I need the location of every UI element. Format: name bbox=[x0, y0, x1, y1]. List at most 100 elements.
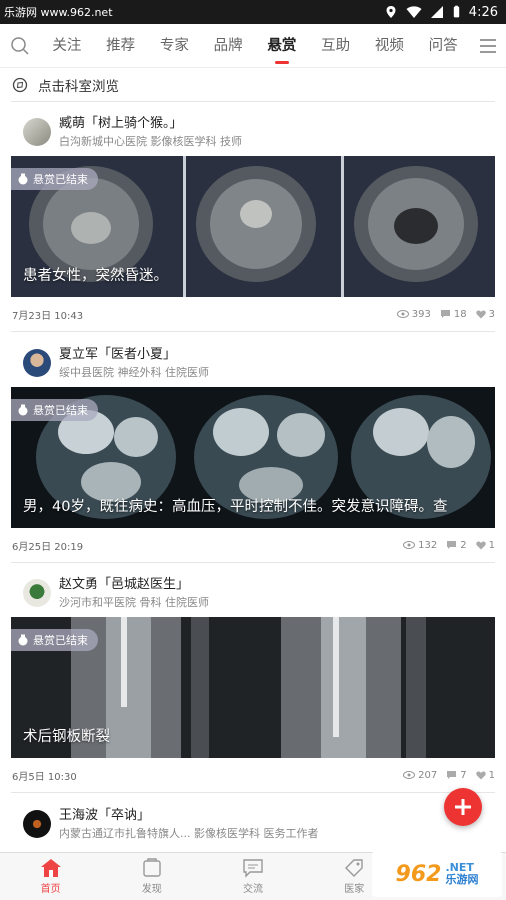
post-date: 7月23日 10:43 bbox=[12, 310, 84, 322]
like-count-value: 1 bbox=[488, 539, 495, 551]
author-name[interactable]: 赵文勇「邑城赵医生」 bbox=[59, 577, 209, 593]
location-icon bbox=[386, 6, 396, 18]
view-count: 393 bbox=[396, 309, 431, 320]
comment-icon bbox=[440, 310, 450, 318]
nav-tabs: 关注 推荐 专家 品牌 悬赏 互助 视频 问答 bbox=[40, 24, 470, 68]
divider bbox=[11, 792, 495, 793]
tab-discover[interactable]: 发现 bbox=[101, 853, 202, 900]
divider bbox=[11, 331, 495, 332]
author-meta: 白沟新城中心医院 影像核医学科 技师 bbox=[59, 135, 242, 148]
search-button[interactable] bbox=[0, 24, 40, 68]
post-date: 6月5日 10:30 bbox=[12, 771, 77, 783]
author-name[interactable]: 夏立军「医者小夏」 bbox=[59, 347, 209, 363]
post-card[interactable]: 夏立军「医者小夏」 绥中县医院 神经外科 住院医师 悬赏已结束 男，40岁，既往… bbox=[11, 333, 495, 563]
avatar[interactable] bbox=[23, 810, 51, 838]
tag-icon bbox=[345, 859, 363, 877]
post-footer: 7月23日 10:43 393 18 3 bbox=[11, 297, 495, 331]
author-meta: 内蒙古通辽市扎鲁特旗人... 影像核医学科 医务工作者 bbox=[59, 827, 319, 840]
comment-count[interactable]: 18 bbox=[440, 309, 467, 320]
comment-count[interactable]: 2 bbox=[446, 540, 467, 551]
menu-icon-bar bbox=[480, 38, 496, 41]
create-post-button[interactable] bbox=[444, 788, 482, 826]
tab-brands[interactable]: 品牌 bbox=[201, 24, 255, 68]
post-stats: 132 2 1 bbox=[403, 540, 495, 551]
view-count: 132 bbox=[403, 540, 437, 551]
like-count-value: 3 bbox=[488, 308, 495, 320]
tab-mutual-help[interactable]: 互助 bbox=[309, 24, 363, 68]
post-card[interactable]: 王海波「卒讷」 内蒙古通辽市扎鲁特旗人... 影像核医学科 医务工作者 bbox=[11, 794, 495, 848]
post-header: 王海波「卒讷」 内蒙古通辽市扎鲁特旗人... 影像核医学科 医务工作者 bbox=[11, 794, 495, 848]
money-bag-icon bbox=[18, 173, 28, 185]
battery-icon bbox=[453, 5, 459, 18]
watermark-text: .NET 乐游网 bbox=[445, 862, 478, 886]
post-image[interactable]: 悬赏已结束 患者女性，突然昏迷。 bbox=[11, 156, 495, 297]
author-name[interactable]: 臧萌「树上骑个猴。」 bbox=[59, 116, 242, 132]
discover-icon bbox=[143, 858, 161, 877]
post-image[interactable]: 悬赏已结束 术后钢板断裂 bbox=[11, 617, 495, 758]
post-stats: 393 18 3 bbox=[396, 308, 495, 320]
heart-icon bbox=[475, 771, 486, 779]
like-count[interactable]: 1 bbox=[475, 769, 495, 781]
post-header: 臧萌「树上骑个猴。」 白沟新城中心医院 影像核医学科 技师 bbox=[11, 102, 495, 156]
author-meta: 绥中县医院 神经外科 住院医师 bbox=[59, 366, 209, 379]
search-icon bbox=[11, 36, 29, 55]
avatar[interactable] bbox=[23, 118, 51, 146]
eye-icon bbox=[396, 310, 409, 318]
tab-qa[interactable]: 问答 bbox=[416, 24, 470, 68]
money-bag-icon bbox=[18, 404, 28, 416]
avatar[interactable] bbox=[23, 579, 51, 607]
post-caption: 术后钢板断裂 bbox=[23, 729, 110, 745]
badge-label: 悬赏已结束 bbox=[33, 404, 88, 417]
post-footer: 6月5日 10:30 207 7 1 bbox=[11, 758, 495, 792]
post-card[interactable]: 臧萌「树上骑个猴。」 白沟新城中心医院 影像核医学科 技师 悬赏已结束 患者女性… bbox=[11, 102, 495, 332]
post-image[interactable]: 悬赏已结束 男，40岁，既往病史：高血压，平时控制不佳。突发意识障碍。查 bbox=[11, 387, 495, 528]
tab-label: 发现 bbox=[141, 884, 162, 895]
eye-icon bbox=[403, 541, 416, 549]
post-footer: 6月25日 20:19 132 2 1 bbox=[11, 528, 495, 562]
avatar[interactable] bbox=[23, 349, 51, 377]
bounty-closed-badge: 悬赏已结束 bbox=[11, 168, 98, 190]
badge-label: 悬赏已结束 bbox=[33, 173, 88, 186]
post-stats: 207 7 1 bbox=[403, 770, 495, 781]
department-browse-label: 点击科室浏览 bbox=[38, 79, 119, 95]
comment-count-value: 18 bbox=[453, 308, 467, 320]
tab-follow[interactable]: 关注 bbox=[40, 24, 94, 68]
tab-recommend[interactable]: 推荐 bbox=[94, 24, 148, 68]
watermark-number: 962 bbox=[395, 861, 442, 887]
top-nav: 关注 推荐 专家 品牌 悬赏 互助 视频 问答 bbox=[0, 24, 506, 68]
tab-home[interactable]: 首页 bbox=[0, 853, 101, 900]
tab-chat[interactable]: 交流 bbox=[202, 853, 303, 900]
clock: 4:26 bbox=[468, 4, 498, 20]
menu-button[interactable] bbox=[470, 24, 506, 68]
bounty-closed-badge: 悬赏已结束 bbox=[11, 399, 98, 421]
tab-experts[interactable]: 专家 bbox=[148, 24, 202, 68]
post-card[interactable]: 赵文勇「邑城赵医生」 沙河市和平医院 骨科 住院医师 悬赏已结束 术后钢板断裂 … bbox=[11, 563, 495, 793]
tab-video[interactable]: 视频 bbox=[363, 24, 417, 68]
home-icon bbox=[40, 859, 61, 877]
view-count: 207 bbox=[403, 770, 437, 781]
watermark-logo: 962 .NET 乐游网 bbox=[372, 851, 502, 897]
status-brand: 乐游网 www.962.net bbox=[4, 6, 113, 19]
like-count-value: 1 bbox=[488, 769, 495, 781]
like-count[interactable]: 3 bbox=[475, 308, 495, 320]
department-browse[interactable]: 点击科室浏览 bbox=[0, 68, 506, 102]
post-date: 6月25日 20:19 bbox=[12, 541, 84, 553]
watermark-cn: 乐游网 bbox=[445, 873, 479, 886]
menu-icon-bar bbox=[480, 44, 496, 47]
heart-icon bbox=[475, 541, 486, 549]
heart-icon bbox=[475, 310, 486, 318]
tab-label: 交流 bbox=[243, 884, 263, 895]
comment-count[interactable]: 7 bbox=[446, 769, 467, 781]
menu-icon-bar bbox=[480, 50, 496, 53]
like-count[interactable]: 1 bbox=[475, 539, 495, 551]
tab-bounty[interactable]: 悬赏 bbox=[255, 24, 309, 68]
money-bag-icon bbox=[18, 634, 28, 646]
author-name[interactable]: 王海波「卒讷」 bbox=[59, 808, 318, 824]
comment-count-value: 7 bbox=[460, 769, 467, 781]
bounty-closed-badge: 悬赏已结束 bbox=[11, 629, 98, 651]
eye-icon bbox=[403, 771, 416, 779]
badge-label: 悬赏已结束 bbox=[33, 634, 88, 647]
author-meta: 沙河市和平医院 骨科 住院医师 bbox=[59, 596, 209, 609]
status-bar: 乐游网 www.962.net 4:26 bbox=[0, 0, 506, 24]
wifi-icon bbox=[406, 6, 422, 18]
